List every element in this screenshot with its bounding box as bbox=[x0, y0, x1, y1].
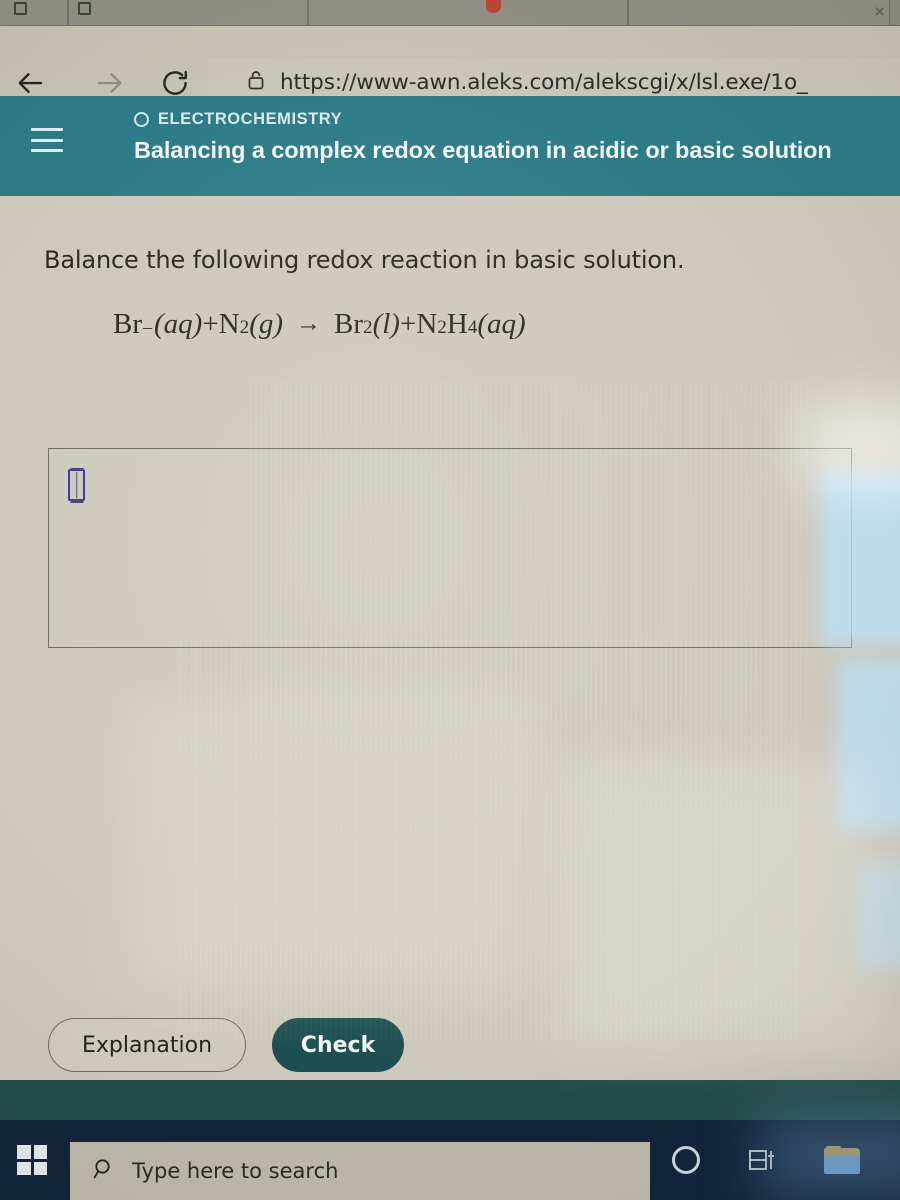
hydrazine-subscript-n: 2 bbox=[437, 317, 447, 338]
screen-photo: ✕ https://www-awn.aleks.com/alekscgi/x/l… bbox=[0, 0, 900, 1200]
reload-icon[interactable] bbox=[158, 66, 192, 100]
product-bromine-symbol: Br bbox=[334, 308, 364, 340]
hydrazine-subscript-h: 4 bbox=[467, 317, 478, 338]
cortana-icon bbox=[672, 1146, 700, 1174]
hydrazine-state: (aq) bbox=[477, 308, 526, 340]
browser-tab[interactable] bbox=[628, 0, 890, 26]
bromine-subscript: 2 bbox=[363, 317, 373, 338]
aleks-footer-bar bbox=[0, 1080, 900, 1120]
question-content: Balance the following redox reaction in … bbox=[0, 196, 900, 1080]
topic-circle-icon bbox=[134, 112, 149, 127]
chemical-equation: Br – (aq) + N 2 (g) → Br 2 (l) + N 2 H 4 (aq) bbox=[113, 308, 526, 341]
bromide-charge: – bbox=[143, 317, 152, 337]
nitrogen-state: (g) bbox=[249, 308, 284, 340]
browser-tab-strip: ✕ bbox=[0, 0, 900, 26]
tab-icon bbox=[14, 2, 27, 15]
bromine-state: (l) bbox=[372, 308, 400, 340]
check-button[interactable]: Check bbox=[272, 1018, 404, 1072]
topic-breadcrumb: ELECTROCHEMISTRY bbox=[134, 110, 342, 129]
browser-tab-active[interactable] bbox=[308, 0, 628, 26]
explanation-button[interactable]: Explanation bbox=[48, 1018, 246, 1072]
forward-arrow-icon bbox=[92, 66, 126, 100]
lock-icon bbox=[246, 69, 266, 96]
close-icon[interactable]: ✕ bbox=[873, 3, 886, 21]
caret-stem bbox=[75, 472, 78, 498]
browser-toolbar: https://www-awn.aleks.com/alekscgi/x/lsl… bbox=[0, 26, 900, 106]
search-input[interactable]: Type here to search bbox=[132, 1159, 338, 1183]
reactant-bromide-symbol: Br bbox=[113, 308, 142, 340]
hydrazine-symbol-h: H bbox=[446, 308, 468, 340]
nitrogen-subscript: 2 bbox=[239, 317, 250, 338]
reaction-arrow-icon: → bbox=[296, 310, 322, 337]
cortana-button[interactable] bbox=[664, 1138, 708, 1182]
file-explorer-button[interactable] bbox=[820, 1138, 864, 1182]
answer-input-area[interactable] bbox=[48, 448, 852, 648]
task-view-icon bbox=[749, 1150, 774, 1170]
bromide-state: (aq) bbox=[153, 308, 203, 340]
browser-tab[interactable] bbox=[68, 0, 308, 26]
answer-entry-caret[interactable] bbox=[68, 469, 85, 501]
tab-icon bbox=[78, 2, 91, 15]
question-prompt: Balance the following redox reaction in … bbox=[44, 246, 685, 274]
start-button[interactable] bbox=[12, 1140, 52, 1180]
plus-sign-2: + bbox=[399, 308, 417, 340]
back-arrow-icon[interactable] bbox=[14, 66, 48, 100]
windows-logo-icon bbox=[17, 1145, 47, 1175]
hamburger-menu-icon[interactable] bbox=[31, 128, 63, 152]
topic-label: ELECTROCHEMISTRY bbox=[158, 110, 343, 128]
url-text: https://www-awn.aleks.com/alekscgi/x/lsl… bbox=[280, 69, 808, 95]
reactant-nitrogen-symbol: N bbox=[218, 308, 240, 340]
task-view-button[interactable] bbox=[740, 1138, 784, 1182]
taskbar-search-box[interactable]: Type here to search bbox=[70, 1142, 650, 1200]
browser-tab[interactable] bbox=[0, 0, 68, 26]
aleks-header: ELECTROCHEMISTRY Balancing a complex red… bbox=[0, 96, 900, 196]
plus-sign-1: + bbox=[202, 308, 219, 340]
tab-favicon bbox=[486, 0, 501, 13]
page-title: Balancing a complex redox equation in ac… bbox=[134, 137, 832, 163]
search-icon bbox=[92, 1157, 116, 1186]
folder-icon bbox=[824, 1146, 860, 1174]
hydrazine-symbol-n: N bbox=[416, 308, 438, 340]
